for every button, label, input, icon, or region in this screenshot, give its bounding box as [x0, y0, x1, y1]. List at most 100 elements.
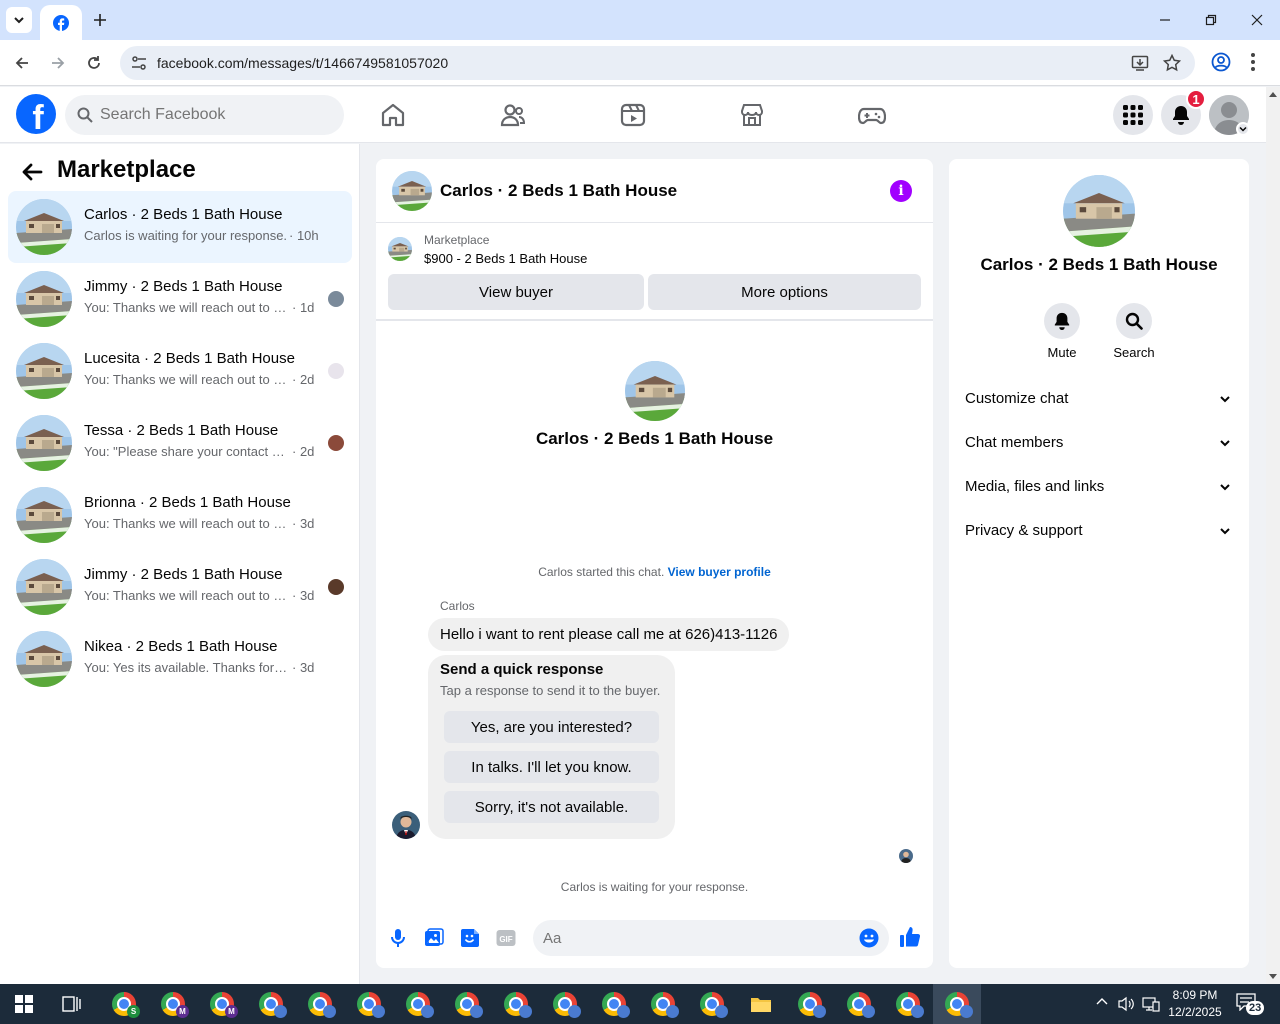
new-tab-button[interactable]	[88, 8, 112, 32]
mute-button[interactable]: Mute	[1027, 303, 1097, 360]
emoji-icon[interactable]	[859, 928, 879, 948]
chrome-taskbar-button[interactable]	[541, 984, 589, 1024]
conversation-item[interactable]: Tessa · 2 Beds 1 Bath House You: "Please …	[8, 407, 352, 479]
view-buyer-profile-link[interactable]: View buyer profile	[668, 565, 771, 579]
microphone-icon[interactable]	[388, 928, 408, 948]
chevron-down-icon	[1219, 525, 1231, 537]
marketplace-icon[interactable]	[738, 101, 766, 129]
taskbar-clock[interactable]: 8:09 PM 12/2/2025	[1164, 987, 1226, 1021]
facebook-logo[interactable]: f	[16, 94, 56, 134]
tab-search-button[interactable]	[6, 7, 32, 33]
thumbs-up-icon[interactable]	[899, 926, 921, 948]
conversation-snippet: Carlos is waiting for your response.	[84, 228, 288, 243]
chat-title[interactable]: Carlos · 2 Beds 1 Bath House	[440, 181, 677, 201]
message-bubble[interactable]: Hello i want to rent please call me at 6…	[428, 618, 790, 651]
chrome-taskbar-button[interactable]	[688, 984, 736, 1024]
facebook-search-box[interactable]	[65, 95, 344, 135]
quick-reply-in-talks-button[interactable]: In talks. I'll let you know.	[444, 751, 659, 783]
chat-started-notice: Carlos started this chat. View buyer pro…	[376, 565, 933, 579]
listing-thumbnail[interactable]	[388, 237, 412, 261]
view-buyer-button[interactable]: View buyer	[388, 274, 644, 310]
chrome-taskbar-button[interactable]	[786, 984, 834, 1024]
conversation-item[interactable]: Carlos · 2 Beds 1 Bath House Carlos is wa…	[8, 191, 352, 263]
install-app-icon[interactable]	[1131, 54, 1149, 72]
restore-button[interactable]	[1188, 0, 1234, 40]
info-icon[interactable]: i	[890, 180, 912, 202]
chat-members-section[interactable]: Chat members	[957, 423, 1241, 463]
privacy-support-section[interactable]: Privacy & support	[957, 511, 1241, 551]
profile-badge-icon	[862, 1005, 875, 1018]
gif-icon[interactable]: GIF	[496, 928, 516, 948]
reload-button[interactable]	[80, 49, 108, 77]
browser-menu-icon[interactable]	[1250, 52, 1256, 72]
chrome-taskbar-button[interactable]	[835, 984, 883, 1024]
chrome-taskbar-button[interactable]	[590, 984, 638, 1024]
browser-tab-facebook[interactable]	[40, 5, 82, 40]
page-scrollbar[interactable]	[1266, 87, 1280, 984]
message-input[interactable]	[543, 927, 843, 949]
customize-chat-section[interactable]: Customize chat	[957, 379, 1241, 419]
listing-title[interactable]: $900 - 2 Beds 1 Bath House	[424, 251, 587, 266]
facebook-search-input[interactable]	[100, 103, 330, 127]
chrome-taskbar-button[interactable]	[492, 984, 540, 1024]
home-icon[interactable]	[379, 101, 407, 129]
site-info-icon[interactable]	[130, 54, 148, 72]
account-menu-chevron[interactable]	[1236, 122, 1250, 136]
start-button[interactable]	[0, 984, 48, 1024]
chrome-taskbar-button[interactable]	[394, 984, 442, 1024]
sticker-icon[interactable]	[460, 928, 480, 948]
chrome-taskbar-button[interactable]: M	[198, 984, 246, 1024]
network-icon[interactable]	[1142, 996, 1160, 1012]
video-icon[interactable]	[619, 101, 647, 129]
more-options-button[interactable]: More options	[648, 274, 921, 310]
url-text[interactable]: facebook.com/messages/t/1466749581057020	[157, 55, 448, 71]
chrome-taskbar-button[interactable]	[933, 984, 981, 1024]
gaming-icon[interactable]	[858, 101, 886, 129]
address-bar[interactable]: facebook.com/messages/t/1466749581057020	[120, 46, 1195, 80]
chrome-taskbar-button[interactable]	[296, 984, 344, 1024]
chat-started-text: Carlos started this chat.	[538, 565, 665, 579]
chrome-taskbar-button[interactable]	[884, 984, 932, 1024]
conversation-item[interactable]: Brionna · 2 Beds 1 Bath House You: Thanks…	[8, 479, 352, 551]
profile-badge-icon	[568, 1005, 581, 1018]
chrome-taskbar-button[interactable]: M	[149, 984, 197, 1024]
media-files-links-section[interactable]: Media, files and links	[957, 467, 1241, 507]
conversation-item[interactable]: Lucesita · 2 Beds 1 Bath House You: Thank…	[8, 335, 352, 407]
close-window-button[interactable]	[1234, 0, 1280, 40]
file-explorer-taskbar-button[interactable]	[737, 984, 785, 1024]
conversation-title: Jimmy · 2 Beds 1 Bath House	[84, 566, 283, 583]
minimize-button[interactable]	[1142, 0, 1188, 40]
conversation-item[interactable]: Jimmy · 2 Beds 1 Bath House You: Thanks w…	[8, 551, 352, 623]
message-input-box[interactable]	[533, 920, 889, 956]
profile-badge-icon	[617, 1005, 630, 1018]
back-arrow-icon[interactable]	[20, 160, 44, 184]
forward-button[interactable]	[44, 49, 72, 77]
sender-avatar[interactable]	[392, 811, 420, 839]
browser-profile-icon[interactable]	[1211, 52, 1231, 72]
chrome-taskbar-button[interactable]	[639, 984, 687, 1024]
search-label: Search	[1113, 345, 1155, 360]
chrome-taskbar-button[interactable]	[345, 984, 393, 1024]
chrome-taskbar-button[interactable]	[443, 984, 491, 1024]
quick-response-title: Send a quick response	[440, 661, 604, 678]
chrome-taskbar-button[interactable]: S	[100, 984, 148, 1024]
scroll-down-arrow-icon[interactable]	[1269, 974, 1277, 980]
quick-reply-not-available-button[interactable]: Sorry, it's not available.	[444, 791, 659, 823]
search-in-chat-button[interactable]: Search	[1099, 303, 1169, 360]
notification-center-button[interactable]: 23	[1236, 993, 1265, 1017]
chrome-taskbar-button[interactable]	[247, 984, 295, 1024]
quick-reply-yes-button[interactable]: Yes, are you interested?	[444, 711, 659, 743]
bookmark-star-icon[interactable]	[1163, 54, 1181, 72]
photo-icon[interactable]	[424, 928, 444, 948]
notification-count-badge: 23	[1246, 1001, 1265, 1015]
show-hidden-icons-icon[interactable]	[1096, 997, 1108, 1005]
volume-icon[interactable]	[1118, 996, 1134, 1012]
task-view-button[interactable]	[48, 984, 96, 1024]
back-button[interactable]	[8, 49, 36, 77]
conversation-item[interactable]: Jimmy · 2 Beds 1 Bath House You: Thanks w…	[8, 263, 352, 335]
friends-icon[interactable]	[499, 101, 527, 129]
menu-button[interactable]	[1113, 95, 1153, 135]
chat-header-avatar[interactable]	[392, 171, 432, 211]
scroll-up-arrow-icon[interactable]	[1269, 91, 1277, 97]
conversation-item[interactable]: Nikea · 2 Beds 1 Bath House You: Yes its …	[8, 623, 352, 695]
